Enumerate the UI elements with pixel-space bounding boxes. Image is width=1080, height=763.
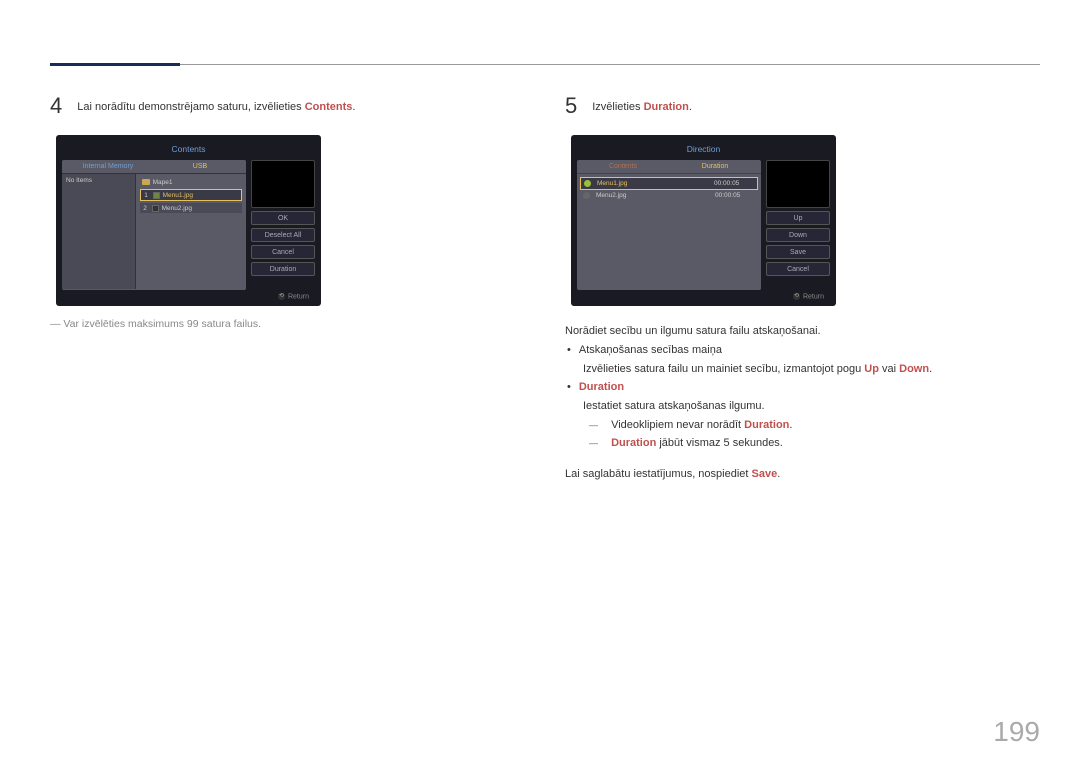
footnote: ― Var izvēlēties maksimums 99 satura fai…	[50, 318, 530, 330]
dash-item: Duration jābūt vismaz 5 sekundes.	[565, 434, 1045, 453]
step-text-highlight: Duration	[644, 101, 689, 113]
row-duration: 00:00:05	[715, 192, 755, 199]
file-name: Menu1.jpg	[163, 192, 193, 199]
dash-item: Videoklipiem nevar norādīt Duration.	[565, 416, 1045, 435]
bullet-item: Atskaņošanas secības maiņa	[565, 341, 1045, 360]
text: .	[777, 468, 780, 480]
file-row[interactable]: 1 Menu1.jpg	[140, 189, 242, 201]
step-text: Izvēlieties Duration.	[592, 95, 692, 117]
page-number: 199	[993, 716, 1040, 748]
save-button[interactable]: Save	[766, 245, 830, 259]
folder-name: Mape1	[153, 179, 173, 186]
direction-row[interactable]: Menu1.jpg 00:00:05	[580, 177, 758, 190]
row-filename: Menu2.jpg	[596, 192, 709, 199]
return-icon[interactable]: ⟲	[278, 293, 285, 300]
text: .	[789, 419, 792, 431]
no-items-label: No Items	[66, 177, 131, 184]
text: jābūt vismaz 5 sekundes.	[656, 437, 783, 449]
text: .	[929, 363, 932, 375]
tab-duration[interactable]: Duration	[669, 160, 761, 174]
highlight-down: Down	[899, 363, 929, 375]
tab-internal-memory[interactable]: Internal Memory	[62, 160, 154, 174]
right-panel: OK Deselect All Cancel Duration	[251, 160, 315, 290]
folder-icon	[142, 179, 150, 185]
step-4: 4 Lai norādītu demonstrējamo saturu, izv…	[50, 95, 530, 117]
left-column: 4 Lai norādītu demonstrējamo saturu, izv…	[50, 95, 530, 330]
bullet-label: Atskaņošanas secības maiņa	[579, 344, 722, 356]
text: Lai saglabātu iestatījumus, nospiediet	[565, 468, 752, 480]
step-text-pre: Lai norādītu demonstrējamo saturu, izvēl…	[77, 101, 304, 113]
bullet-duration: Duration	[579, 381, 624, 393]
text: vai	[879, 363, 899, 375]
return-bar: ⟲Return	[577, 290, 830, 300]
body-text: Norādiet secību un ilgumu satura failu a…	[565, 322, 1045, 484]
checkbox-icon[interactable]	[152, 205, 159, 212]
step-text-post: .	[689, 101, 692, 113]
file-index: 2	[142, 205, 149, 212]
duration-button[interactable]: Duration	[251, 262, 315, 276]
paragraph: Lai saglabātu iestatījumus, nospiediet S…	[565, 465, 1045, 484]
paragraph: Norādiet secību un ilgumu satura failu a…	[565, 322, 1045, 341]
preview-box	[251, 160, 315, 208]
direction-screen: Direction Contents Duration Menu1.jpg 00…	[571, 135, 836, 306]
content-area: Internal Memory USB No Items Mape1 1	[62, 160, 246, 290]
return-bar: ⟲Return	[62, 290, 315, 300]
checkbox-icon[interactable]	[153, 192, 160, 199]
return-icon[interactable]: ⟲	[793, 293, 800, 300]
step-text: Lai norādītu demonstrējamo saturu, izvēl…	[77, 95, 355, 117]
highlight: Duration	[611, 437, 656, 449]
text: Videoklipiem nevar norādīt	[611, 419, 744, 431]
deselect-all-button[interactable]: Deselect All	[251, 228, 315, 242]
cancel-button[interactable]: Cancel	[251, 245, 315, 259]
header-accent	[50, 63, 180, 66]
contents-screen: Contents Internal Memory USB No Items Ma…	[56, 135, 321, 306]
step-text-post: .	[352, 101, 355, 113]
ok-button[interactable]: OK	[251, 211, 315, 225]
step-5: 5 Izvēlieties Duration.	[565, 95, 1045, 117]
bullet-item: Duration	[565, 378, 1045, 397]
folder-row[interactable]: Mape1	[140, 177, 242, 187]
row-filename: Menu1.jpg	[597, 180, 708, 187]
status-icon	[583, 192, 590, 199]
direction-row[interactable]: Menu2.jpg 00:00:05	[580, 190, 758, 201]
step-number: 5	[565, 95, 577, 117]
file-row[interactable]: 2 Menu2.jpg	[140, 203, 242, 213]
file-index: 1	[143, 192, 150, 199]
down-button[interactable]: Down	[766, 228, 830, 242]
content-area: Contents Duration Menu1.jpg 00:00:05 Men…	[577, 160, 761, 290]
right-panel: Up Down Save Cancel	[766, 160, 830, 290]
preview-box	[766, 160, 830, 208]
cancel-button[interactable]: Cancel	[766, 262, 830, 276]
step-number: 4	[50, 95, 62, 117]
return-label[interactable]: Return	[803, 293, 824, 300]
bullet-subtext: Izvēlieties satura failu un mainiet secī…	[565, 360, 1045, 379]
header-divider	[50, 64, 1040, 65]
screen-title: Direction	[577, 141, 830, 160]
highlight-up: Up	[864, 363, 879, 375]
tab-contents[interactable]: Contents	[577, 160, 669, 174]
highlight-save: Save	[752, 468, 778, 480]
step-text-highlight: Contents	[305, 101, 353, 113]
return-label[interactable]: Return	[288, 293, 309, 300]
tab-usb[interactable]: USB	[154, 160, 246, 174]
step-text-pre: Izvēlieties	[592, 101, 643, 113]
screen-title: Contents	[62, 141, 315, 160]
row-duration: 00:00:05	[714, 180, 754, 187]
right-column: 5 Izvēlieties Duration. Direction Conten…	[565, 95, 1045, 484]
bullet-subtext: Iestatiet satura atskaņošanas ilgumu.	[565, 397, 1045, 416]
status-icon	[584, 180, 591, 187]
highlight: Duration	[744, 419, 789, 431]
file-name: Menu2.jpg	[162, 205, 192, 212]
up-button[interactable]: Up	[766, 211, 830, 225]
text: Izvēlieties satura failu un mainiet secī…	[583, 363, 864, 375]
